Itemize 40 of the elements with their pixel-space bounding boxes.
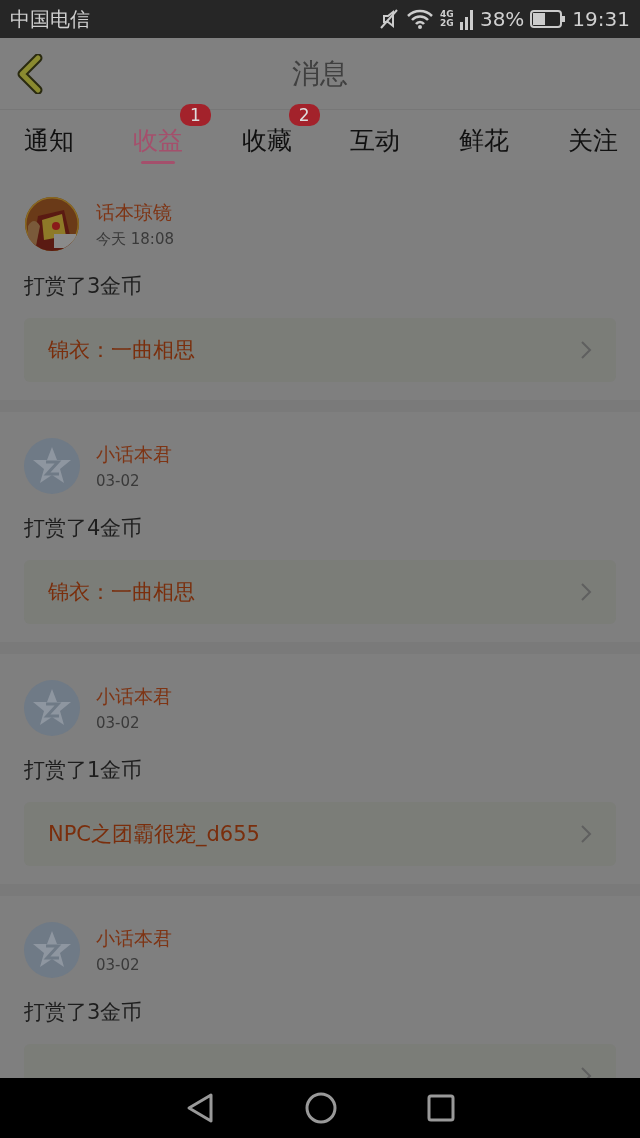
sender-name: 小话本君 xyxy=(96,442,172,467)
sender-name: 小话本君 xyxy=(96,684,172,709)
back-nav-icon[interactable] xyxy=(185,1092,215,1124)
message-text: 打赏了3金币 xyxy=(24,999,144,1026)
network-type: 4G 2G xyxy=(439,10,454,28)
clock-time: 19:31 xyxy=(572,7,630,31)
tab-indicator xyxy=(140,161,175,164)
chevron-right-icon xyxy=(580,582,592,602)
mute-icon xyxy=(377,8,400,30)
wifi-icon xyxy=(405,9,434,29)
message-time: 03-02 xyxy=(96,472,141,490)
message-time: 03-02 xyxy=(96,714,141,732)
book-title: 锦衣：一曲相思 xyxy=(48,337,195,364)
chevron-right-icon xyxy=(580,824,592,844)
tab[interactable]: 互动 xyxy=(350,110,401,170)
message-time: 03-02 xyxy=(96,956,141,974)
tab[interactable]: 通知 xyxy=(24,110,74,170)
sender-name: 小话本君 xyxy=(96,926,172,951)
carrier-name: 中国电信 xyxy=(10,5,90,33)
tab[interactable]: 关注 xyxy=(568,110,618,170)
message-time: 今天 18:08 xyxy=(96,229,174,249)
avatar-icon xyxy=(24,922,80,978)
recents-nav-icon[interactable] xyxy=(427,1094,455,1122)
chevron-right-icon xyxy=(580,340,592,360)
avatar-icon xyxy=(24,680,80,736)
message-text: 打赏了4金币 xyxy=(24,515,144,542)
battery-percent: 38% xyxy=(479,7,525,31)
home-nav-icon[interactable] xyxy=(305,1092,337,1124)
book-title: NPC之团霸很宠_d655 xyxy=(48,821,260,848)
count-badge: 2 xyxy=(288,104,320,126)
count-badge: 1 xyxy=(179,104,211,126)
tab[interactable]: 鲜花 xyxy=(459,110,510,170)
page-title: 消息 xyxy=(292,55,348,92)
battery-icon xyxy=(530,9,567,29)
avatar-icon xyxy=(24,438,80,494)
message-text: 打赏了3金币 xyxy=(24,273,144,300)
book-title: 锦衣：一曲相思 xyxy=(48,579,195,606)
signal-icon xyxy=(459,8,474,30)
sender-name: 话本琼镜 xyxy=(96,199,173,225)
message-text: 打赏了1金币 xyxy=(24,757,144,784)
